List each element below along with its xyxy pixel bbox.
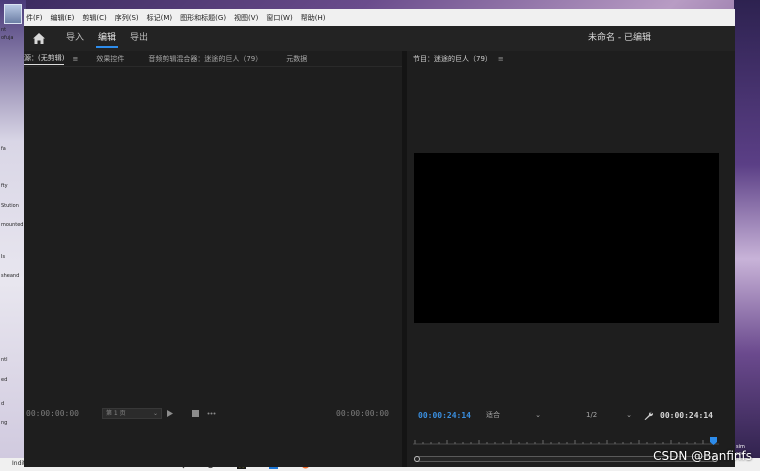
program-monitor-title[interactable]: 节目：迷途的巨人（79）	[413, 54, 492, 64]
desktop-label: d	[1, 401, 5, 407]
zoom-level-value: 适合	[486, 411, 500, 419]
playback-resolution-value: 1/2	[586, 411, 598, 419]
desktop-label: ed	[1, 377, 8, 383]
program-panel-menu-icon[interactable]: ≡	[498, 55, 504, 63]
menu-item-markers[interactable]: 标记(M)	[147, 13, 173, 23]
program-panel-tabs: 节目：迷途的巨人（79） ≡	[407, 51, 735, 67]
tab-edit[interactable]: 编辑	[96, 26, 119, 51]
desktop-label: fa	[1, 146, 6, 152]
clip-selector-value: 第 1 页	[106, 410, 126, 417]
wrench-icon[interactable]	[644, 411, 653, 420]
desktop-label: ofuja	[1, 35, 14, 41]
menu-item-help[interactable]: 帮助(H)	[301, 13, 326, 23]
tab-effect-controls[interactable]: 效果控件	[96, 54, 124, 64]
source-panel: 源：(无剪辑) ≡ 效果控件 音频剪辑混合器：迷途的巨人（79） 元数据 00:…	[24, 51, 402, 467]
source-timecode-current[interactable]: 00:00:00:00	[26, 409, 79, 418]
tab-import[interactable]: 导入	[64, 26, 86, 51]
desktop-label: ntl	[1, 357, 8, 363]
menu-item-graphics[interactable]: 图形和标题(G)	[180, 13, 226, 23]
program-panel: 节目：迷途的巨人（79） ≡ 00:00:24:14 适合 ⌄ 1/2 ⌄ 00…	[407, 51, 735, 467]
export-frame-icon[interactable]	[192, 410, 199, 417]
menu-item-clip[interactable]: 剪辑(C)	[82, 13, 106, 23]
menu-item-edit[interactable]: 编辑(E)	[51, 13, 75, 23]
home-button[interactable]	[24, 33, 54, 44]
desktop-label: Is	[1, 254, 6, 260]
workspace-bar: 导入 编辑 导出 未命名 - 已编辑	[24, 26, 735, 51]
watermark: CSDN @Banfinfs	[653, 449, 752, 463]
home-icon	[33, 33, 45, 44]
desktop-label: sheand	[1, 273, 20, 279]
desktop-left-strip: nt fty fa ofuja Stution mounted Is shean…	[0, 0, 26, 471]
desktop-label: mounted	[1, 222, 24, 228]
menu-item-view[interactable]: 视图(V)	[234, 13, 258, 23]
tab-audio-clip-mixer[interactable]: 音频剪辑混合器：迷途的巨人（79）	[148, 54, 262, 64]
menu-item-window[interactable]: 窗口(W)	[266, 13, 292, 23]
chevron-down-icon: ⌄	[626, 411, 632, 419]
source-controls: 00:00:00:00 第 1 页 ⌄ 00:00:00:00	[24, 408, 402, 422]
panel-menu-icon[interactable]: ≡	[72, 55, 78, 63]
chevron-down-icon: ⌄	[535, 411, 541, 419]
zoom-scrollbar-start-handle[interactable]	[414, 456, 420, 462]
program-controls: 00:00:24:14 适合 ⌄ 1/2 ⌄ 00:00:24:14	[407, 409, 735, 423]
program-timecode-current[interactable]: 00:00:24:14	[418, 411, 471, 420]
time-ruler[interactable]	[413, 436, 719, 446]
desktop-label: nt	[1, 27, 7, 33]
menu-item-sequence[interactable]: 序列(S)	[115, 13, 139, 23]
menu-bar: 件(F) 编辑(E) 剪辑(C) 序列(S) 标记(M) 图形和标题(G) 视图…	[24, 9, 735, 26]
desktop-right-strip: sim sse	[734, 0, 760, 471]
desktop-recycle-bin-icon[interactable]	[4, 4, 22, 24]
tab-metadata[interactable]: 元数据	[286, 54, 307, 64]
zoom-level-select[interactable]: 适合 ⌄	[486, 409, 541, 421]
tab-export[interactable]: 导出	[128, 26, 150, 51]
source-clip-selector[interactable]: 第 1 页 ⌄	[102, 408, 162, 419]
menu-item-file[interactable]: 件(F)	[26, 13, 43, 23]
premiere-window: 件(F) 编辑(E) 剪辑(C) 序列(S) 标记(M) 图形和标题(G) 视图…	[24, 9, 735, 467]
more-options-icon[interactable]	[207, 412, 216, 415]
desktop-label: Stution	[1, 203, 19, 209]
desktop-label: ng	[1, 420, 8, 426]
program-video-frame	[414, 153, 719, 323]
play-icon[interactable]	[167, 410, 173, 417]
chevron-down-icon: ⌄	[152, 410, 158, 417]
source-panel-tabs: 源：(无剪辑) ≡ 效果控件 音频剪辑混合器：迷途的巨人（79） 元数据	[24, 51, 402, 67]
program-timecode-duration: 00:00:24:14	[660, 411, 713, 420]
playback-resolution-select[interactable]: 1/2 ⌄	[586, 409, 632, 421]
project-title: 未命名 - 已编辑	[588, 33, 651, 43]
source-timecode-duration: 00:00:00:00	[336, 409, 389, 418]
desktop-label: fty	[1, 183, 8, 189]
tab-source[interactable]: 源：(无剪辑)	[24, 53, 65, 65]
